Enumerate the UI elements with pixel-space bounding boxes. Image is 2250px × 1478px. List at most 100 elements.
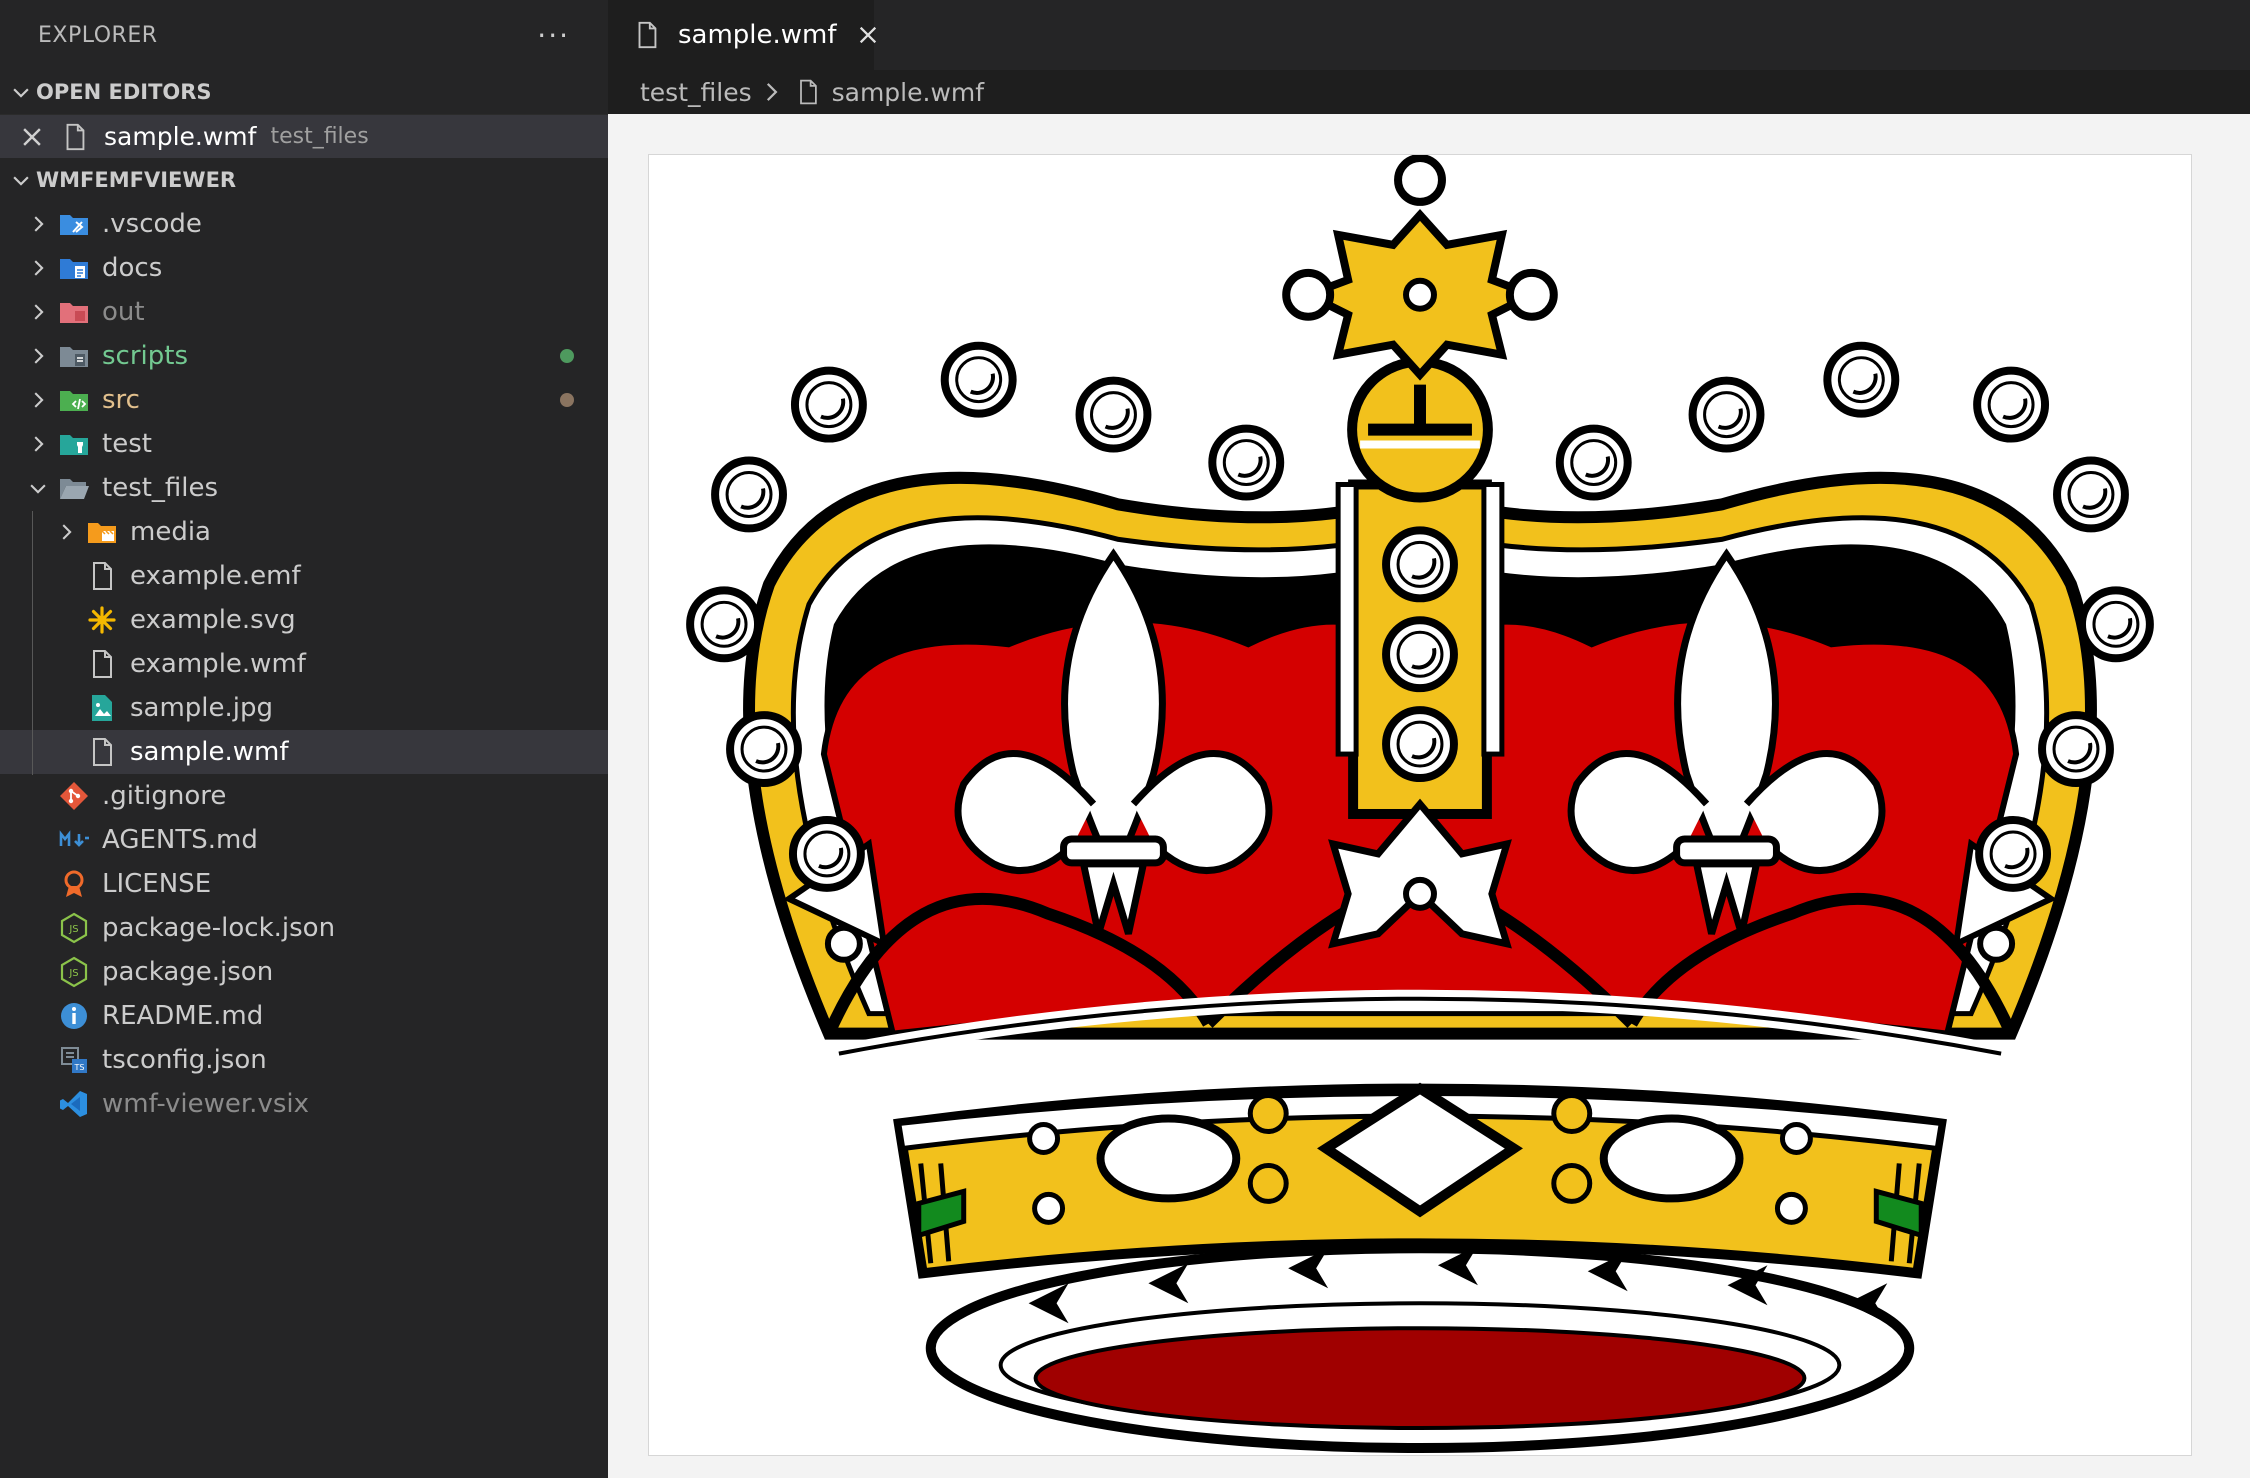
- tree-file-gitignore[interactable]: .gitignore: [0, 774, 608, 818]
- tree-item-label: .gitignore: [102, 781, 227, 811]
- arrow-spacer: [22, 1088, 54, 1120]
- image-icon: [86, 692, 118, 724]
- open-editor-description: test_files: [270, 124, 369, 149]
- tree-folder-scripts[interactable]: scripts: [0, 334, 608, 378]
- open-editors-header[interactable]: OPEN EDITORS: [0, 70, 608, 114]
- arrow-spacer: [22, 1044, 54, 1076]
- tree-file-example-svg[interactable]: example.svg: [0, 598, 608, 642]
- image-viewer[interactable]: [608, 114, 2250, 1478]
- tree-folder-docs[interactable]: docs: [0, 246, 608, 290]
- tree-file-example-emf[interactable]: example.emf: [0, 554, 608, 598]
- chevron-down-icon: [6, 169, 36, 191]
- arrow-spacer: [50, 736, 82, 768]
- tree-file-package-lock-json[interactable]: JS package-lock.json: [0, 906, 608, 950]
- tree-folder-test-files[interactable]: test_files: [0, 466, 608, 510]
- tree-item-label: example.emf: [130, 561, 301, 591]
- close-icon[interactable]: [18, 123, 46, 151]
- tree-file-readme-md[interactable]: README.md: [0, 994, 608, 1038]
- nodejs-icon: JS: [58, 956, 90, 988]
- file-icon: [86, 736, 118, 768]
- workspace-header[interactable]: WMFEMFVIEWER: [0, 158, 608, 202]
- close-icon[interactable]: [855, 22, 881, 48]
- file-tree: .vscode docs out scripts src test test_filesme…: [0, 202, 608, 1126]
- chevron-right-icon: [50, 516, 82, 548]
- arrow-spacer: [22, 1000, 54, 1032]
- file-icon: [60, 122, 90, 152]
- out-folder-icon: [58, 296, 90, 328]
- open-editors-label: OPEN EDITORS: [36, 80, 212, 104]
- file-icon: [86, 648, 118, 680]
- explorer-title: EXPLORER: [38, 22, 158, 48]
- chevron-right-icon: [22, 296, 54, 328]
- open-editor-item[interactable]: sample.wmf test_files: [0, 114, 608, 158]
- more-actions-icon[interactable]: ···: [537, 19, 570, 52]
- svg-text:JS: JS: [68, 924, 78, 935]
- tree-file-license[interactable]: LICENSE: [0, 862, 608, 906]
- tree-file-tsconfig-json[interactable]: TS tsconfig.json: [0, 1038, 608, 1082]
- tree-folder-vscode[interactable]: .vscode: [0, 202, 608, 246]
- tree-file-agents-md[interactable]: AGENTS.md: [0, 818, 608, 862]
- chevron-down-icon: [22, 472, 54, 504]
- scripts-folder-icon: [58, 340, 90, 372]
- arrow-spacer: [22, 868, 54, 900]
- tree-item-label: test_files: [102, 473, 219, 503]
- tree-folder-out[interactable]: out: [0, 290, 608, 334]
- chevron-right-icon: [22, 208, 54, 240]
- tree-file-wmf-viewer-vsix[interactable]: wmf-viewer.vsix: [0, 1082, 608, 1126]
- tree-item-label: README.md: [102, 1001, 264, 1031]
- tree-item-label: tsconfig.json: [102, 1045, 267, 1075]
- nodejs-icon: JS: [58, 912, 90, 944]
- file-icon: [86, 560, 118, 592]
- test-folder-icon: [58, 428, 90, 460]
- tree-folder-test[interactable]: test: [0, 422, 608, 466]
- breadcrumb-file[interactable]: sample.wmf: [832, 78, 984, 107]
- tree-item-label: .vscode: [102, 209, 202, 239]
- tree-item-label: package.json: [102, 957, 274, 987]
- tree-item-label: example.wmf: [130, 649, 306, 679]
- tree-file-sample-jpg[interactable]: sample.jpg: [0, 686, 608, 730]
- tree-file-example-wmf[interactable]: example.wmf: [0, 642, 608, 686]
- tree-item-label: media: [130, 517, 211, 547]
- explorer-header: EXPLORER ···: [0, 0, 608, 70]
- tree-item-label: AGENTS.md: [102, 825, 258, 855]
- tree-item-label: package-lock.json: [102, 913, 336, 943]
- git-status-dot: [560, 393, 574, 407]
- chevron-right-icon: [22, 428, 54, 460]
- docs-folder-icon: [58, 252, 90, 284]
- chevron-right-icon: [22, 252, 54, 284]
- tab-bar: sample.wmf: [608, 0, 2250, 70]
- breadcrumb-folder[interactable]: test_files: [640, 78, 752, 107]
- tree-folder-media[interactable]: media: [0, 510, 608, 554]
- breadcrumb: test_files sample.wmf: [608, 70, 2250, 114]
- explorer-sidebar: EXPLORER ··· OPEN EDITORS sample.wmf tes…: [0, 0, 608, 1478]
- tsconfig-icon: TS: [58, 1044, 90, 1076]
- arrow-spacer: [50, 604, 82, 636]
- tree-item-label: LICENSE: [102, 869, 212, 899]
- tree-item-label: src: [102, 385, 140, 415]
- tree-item-label: scripts: [102, 341, 188, 371]
- chevron-right-icon: [22, 384, 54, 416]
- image-canvas: [648, 154, 2192, 1456]
- arrow-spacer: [22, 780, 54, 812]
- file-icon: [794, 78, 822, 106]
- arrow-spacer: [22, 912, 54, 944]
- vscode-folder-icon: [58, 208, 90, 240]
- chevron-right-icon: [22, 340, 54, 372]
- open-folder-icon: [58, 472, 90, 504]
- info-icon: [58, 1000, 90, 1032]
- markdown-icon: [58, 824, 90, 856]
- media-folder-icon: [86, 516, 118, 548]
- tree-folder-src[interactable]: src: [0, 378, 608, 422]
- arrow-spacer: [50, 648, 82, 680]
- git-status-dot: [560, 349, 574, 363]
- tree-file-sample-wmf[interactable]: sample.wmf: [0, 730, 608, 774]
- tab-sample-wmf[interactable]: sample.wmf: [608, 0, 876, 70]
- license-icon: [58, 868, 90, 900]
- crown-image: [649, 154, 2191, 1454]
- src-folder-icon: [58, 384, 90, 416]
- vscode-icon: [58, 1088, 90, 1120]
- chevron-down-icon: [6, 81, 36, 103]
- tree-item-label: example.svg: [130, 605, 296, 635]
- tree-file-package-json[interactable]: JS package.json: [0, 950, 608, 994]
- tree-item-label: docs: [102, 253, 163, 283]
